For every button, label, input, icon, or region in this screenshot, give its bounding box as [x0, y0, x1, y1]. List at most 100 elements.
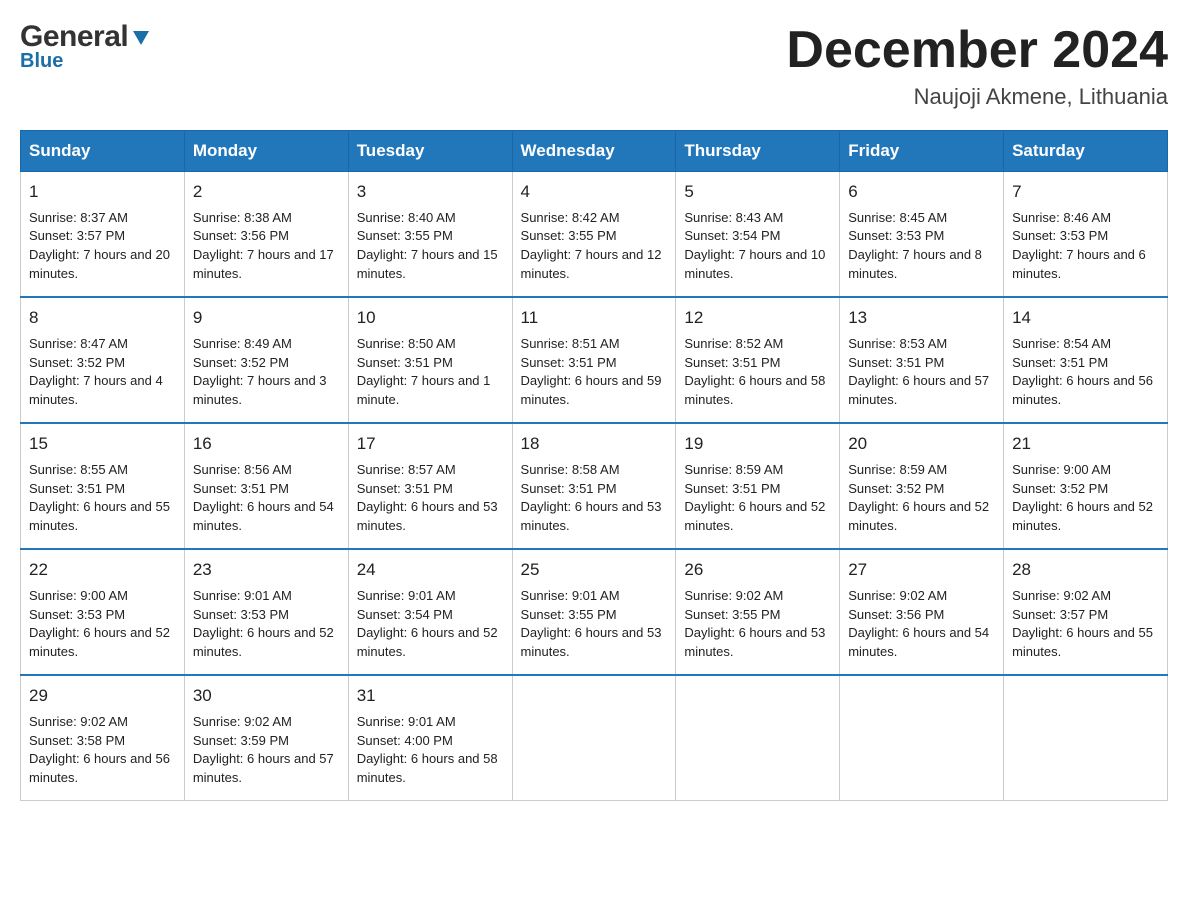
calendar-cell: 2 Sunrise: 8:38 AMSunset: 3:56 PMDaylight…: [184, 172, 348, 298]
calendar-cell: 27Sunrise: 9:02 AMSunset: 3:56 PMDayligh…: [840, 549, 1004, 675]
day-info: Sunrise: 9:00 AMSunset: 3:52 PMDaylight:…: [1012, 461, 1159, 536]
calendar-cell: 21Sunrise: 9:00 AMSunset: 3:52 PMDayligh…: [1004, 423, 1168, 549]
calendar-cell: [840, 675, 1004, 801]
calendar-week-row: 8 Sunrise: 8:47 AMSunset: 3:52 PMDaylight…: [21, 297, 1168, 423]
calendar-cell: 8 Sunrise: 8:47 AMSunset: 3:52 PMDaylight…: [21, 297, 185, 423]
calendar-cell: 6 Sunrise: 8:45 AMSunset: 3:53 PMDaylight…: [840, 172, 1004, 298]
calendar-header-tuesday: Tuesday: [348, 131, 512, 172]
calendar-cell: 12 Sunrise: 8:52 AMSunset: 3:51 PMDayligh…: [676, 297, 840, 423]
calendar-header-friday: Friday: [840, 131, 1004, 172]
calendar-cell: 13Sunrise: 8:53 AMSunset: 3:51 PMDayligh…: [840, 297, 1004, 423]
day-info: Sunrise: 8:49 AMSunset: 3:52 PMDaylight:…: [193, 335, 340, 410]
day-number: 10: [357, 306, 504, 331]
day-info: Sunrise: 9:01 AMSunset: 3:55 PMDaylight:…: [521, 587, 668, 662]
day-info: Sunrise: 8:40 AMSunset: 3:55 PMDaylight:…: [357, 209, 504, 284]
location-subtitle: Naujoji Akmene, Lithuania: [786, 84, 1168, 110]
day-info: Sunrise: 8:38 AMSunset: 3:56 PMDaylight:…: [193, 209, 340, 284]
calendar-body: 1 Sunrise: 8:37 AMSunset: 3:57 PMDaylight…: [21, 172, 1168, 801]
day-number: 2: [193, 180, 340, 205]
day-info: Sunrise: 8:56 AMSunset: 3:51 PMDaylight:…: [193, 461, 340, 536]
logo-triangle-icon: [130, 26, 152, 48]
logo-blue-text: Blue: [20, 50, 63, 73]
calendar-header-wednesday: Wednesday: [512, 131, 676, 172]
day-info: Sunrise: 8:42 AMSunset: 3:55 PMDaylight:…: [521, 209, 668, 284]
calendar-cell: 18Sunrise: 8:58 AMSunset: 3:51 PMDayligh…: [512, 423, 676, 549]
day-number: 26: [684, 558, 831, 583]
day-info: Sunrise: 8:47 AMSunset: 3:52 PMDaylight:…: [29, 335, 176, 410]
calendar-cell: 24Sunrise: 9:01 AMSunset: 3:54 PMDayligh…: [348, 549, 512, 675]
day-number: 27: [848, 558, 995, 583]
day-number: 4: [521, 180, 668, 205]
day-info: Sunrise: 8:50 AMSunset: 3:51 PMDaylight:…: [357, 335, 504, 410]
calendar-header-monday: Monday: [184, 131, 348, 172]
day-number: 7: [1012, 180, 1159, 205]
calendar-cell: [676, 675, 840, 801]
day-number: 25: [521, 558, 668, 583]
calendar-week-row: 22 Sunrise: 9:00 AMSunset: 3:53 PMDayligh…: [21, 549, 1168, 675]
logo: General Blue: [20, 20, 152, 73]
calendar-header-thursday: Thursday: [676, 131, 840, 172]
day-info: Sunrise: 9:02 AMSunset: 3:57 PMDaylight:…: [1012, 587, 1159, 662]
calendar-cell: 28 Sunrise: 9:02 AMSunset: 3:57 PMDayligh…: [1004, 549, 1168, 675]
calendar-cell: 22 Sunrise: 9:00 AMSunset: 3:53 PMDayligh…: [21, 549, 185, 675]
day-info: Sunrise: 9:02 AMSunset: 3:58 PMDaylight:…: [29, 713, 176, 788]
calendar-week-row: 1 Sunrise: 8:37 AMSunset: 3:57 PMDaylight…: [21, 172, 1168, 298]
day-info: Sunrise: 9:00 AMSunset: 3:53 PMDaylight:…: [29, 587, 176, 662]
day-info: Sunrise: 8:57 AMSunset: 3:51 PMDaylight:…: [357, 461, 504, 536]
calendar-cell: [1004, 675, 1168, 801]
day-number: 6: [848, 180, 995, 205]
calendar-cell: 17 Sunrise: 8:57 AMSunset: 3:51 PMDayligh…: [348, 423, 512, 549]
day-info: Sunrise: 8:55 AMSunset: 3:51 PMDaylight:…: [29, 461, 176, 536]
day-number: 15: [29, 432, 176, 457]
day-number: 22: [29, 558, 176, 583]
calendar-cell: 15 Sunrise: 8:55 AMSunset: 3:51 PMDayligh…: [21, 423, 185, 549]
day-number: 28: [1012, 558, 1159, 583]
calendar-table: SundayMondayTuesdayWednesdayThursdayFrid…: [20, 130, 1168, 801]
main-title: December 2024: [786, 20, 1168, 80]
day-info: Sunrise: 9:01 AMSunset: 3:54 PMDaylight:…: [357, 587, 504, 662]
day-number: 23: [193, 558, 340, 583]
calendar-cell: 14Sunrise: 8:54 AMSunset: 3:51 PMDayligh…: [1004, 297, 1168, 423]
calendar-header-row: SundayMondayTuesdayWednesdayThursdayFrid…: [21, 131, 1168, 172]
calendar-cell: 16 Sunrise: 8:56 AMSunset: 3:51 PMDayligh…: [184, 423, 348, 549]
day-number: 12: [684, 306, 831, 331]
calendar-cell: [512, 675, 676, 801]
day-info: Sunrise: 8:37 AMSunset: 3:57 PMDaylight:…: [29, 209, 176, 284]
day-number: 16: [193, 432, 340, 457]
day-info: Sunrise: 9:02 AMSunset: 3:59 PMDaylight:…: [193, 713, 340, 788]
day-number: 29: [29, 684, 176, 709]
day-number: 1: [29, 180, 176, 205]
day-number: 31: [357, 684, 504, 709]
calendar-cell: 1 Sunrise: 8:37 AMSunset: 3:57 PMDaylight…: [21, 172, 185, 298]
calendar-cell: 11 Sunrise: 8:51 AMSunset: 3:51 PMDayligh…: [512, 297, 676, 423]
day-info: Sunrise: 9:02 AMSunset: 3:55 PMDaylight:…: [684, 587, 831, 662]
day-number: 9: [193, 306, 340, 331]
day-info: Sunrise: 8:58 AMSunset: 3:51 PMDaylight:…: [521, 461, 668, 536]
day-info: Sunrise: 8:51 AMSunset: 3:51 PMDaylight:…: [521, 335, 668, 410]
day-number: 3: [357, 180, 504, 205]
calendar-cell: 26 Sunrise: 9:02 AMSunset: 3:55 PMDayligh…: [676, 549, 840, 675]
day-number: 19: [684, 432, 831, 457]
day-info: Sunrise: 8:46 AMSunset: 3:53 PMDaylight:…: [1012, 209, 1159, 284]
day-number: 17: [357, 432, 504, 457]
calendar-header-saturday: Saturday: [1004, 131, 1168, 172]
calendar-cell: 5 Sunrise: 8:43 AMSunset: 3:54 PMDaylight…: [676, 172, 840, 298]
calendar-cell: 4 Sunrise: 8:42 AMSunset: 3:55 PMDaylight…: [512, 172, 676, 298]
day-number: 11: [521, 306, 668, 331]
day-info: Sunrise: 8:54 AMSunset: 3:51 PMDaylight:…: [1012, 335, 1159, 410]
logo-general-text: General: [20, 20, 128, 54]
day-info: Sunrise: 9:01 AMSunset: 3:53 PMDaylight:…: [193, 587, 340, 662]
calendar-cell: 25 Sunrise: 9:01 AMSunset: 3:55 PMDayligh…: [512, 549, 676, 675]
day-number: 13: [848, 306, 995, 331]
day-info: Sunrise: 8:43 AMSunset: 3:54 PMDaylight:…: [684, 209, 831, 284]
day-info: Sunrise: 8:52 AMSunset: 3:51 PMDaylight:…: [684, 335, 831, 410]
calendar-cell: 3 Sunrise: 8:40 AMSunset: 3:55 PMDaylight…: [348, 172, 512, 298]
day-info: Sunrise: 8:45 AMSunset: 3:53 PMDaylight:…: [848, 209, 995, 284]
calendar-cell: 20Sunrise: 8:59 AMSunset: 3:52 PMDayligh…: [840, 423, 1004, 549]
calendar-cell: 9 Sunrise: 8:49 AMSunset: 3:52 PMDaylight…: [184, 297, 348, 423]
calendar-cell: 30Sunrise: 9:02 AMSunset: 3:59 PMDayligh…: [184, 675, 348, 801]
calendar-header-sunday: Sunday: [21, 131, 185, 172]
day-number: 5: [684, 180, 831, 205]
calendar-cell: 31Sunrise: 9:01 AMSunset: 4:00 PMDayligh…: [348, 675, 512, 801]
day-number: 8: [29, 306, 176, 331]
